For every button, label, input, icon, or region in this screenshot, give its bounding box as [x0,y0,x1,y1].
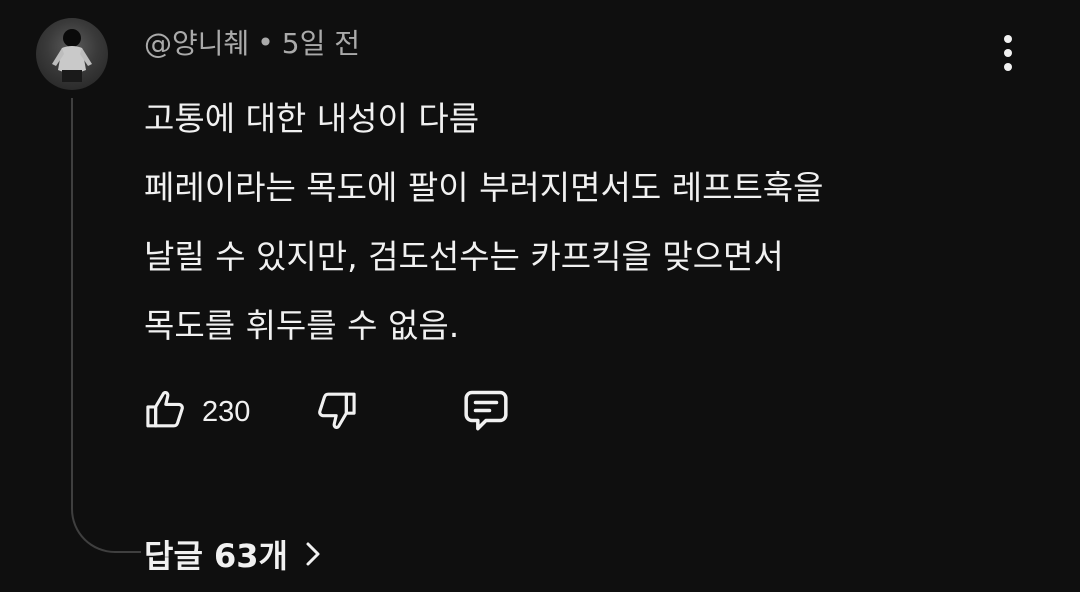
view-replies-link[interactable]: 답글 63개 [144,530,324,578]
comment-line: 날릴 수 있지만, 검도선수는 카프킥을 맞으면서 [144,237,784,276]
avatar[interactable] [36,18,108,90]
comment-icon [458,382,514,442]
thumbs-down-icon [312,385,362,439]
comment-actions: 230 [140,384,540,440]
like-count: 230 [202,395,251,428]
replies-label: 답글 63개 [144,537,288,575]
dislike-button[interactable] [312,384,362,440]
reply-button[interactable] [458,384,514,440]
more-vertical-icon-dot [1004,63,1012,71]
author-name[interactable]: @양니췌 [144,22,249,62]
chevron-right-icon [302,539,324,569]
comment-header: @양니췌 • 5일 전 [144,22,360,62]
more-vertical-icon [1004,35,1012,43]
comment-item: @양니췌 • 5일 전 고통에 대한 내성이 다름 페레이라는 목도에 팔이 부… [0,0,1080,592]
comment-line: 목도를 휘두를 수 없음. [144,306,460,345]
comment-line: 고통에 대한 내성이 다름 [144,99,480,138]
like-button[interactable]: 230 [140,384,250,440]
more-vertical-icon-dot [1004,49,1012,57]
comment-text: 고통에 대한 내성이 다름 페레이라는 목도에 팔이 부러지면서도 레프트훅을 … [144,84,1024,360]
comment-timestamp[interactable]: 5일 전 [282,22,360,62]
thumbs-up-icon [140,385,190,439]
header-separator: • [257,25,274,59]
thread-connector [71,98,141,553]
more-options-button[interactable] [988,30,1028,76]
comment-line: 페레이라는 목도에 팔이 부러지면서도 레프트훅을 [144,168,824,207]
